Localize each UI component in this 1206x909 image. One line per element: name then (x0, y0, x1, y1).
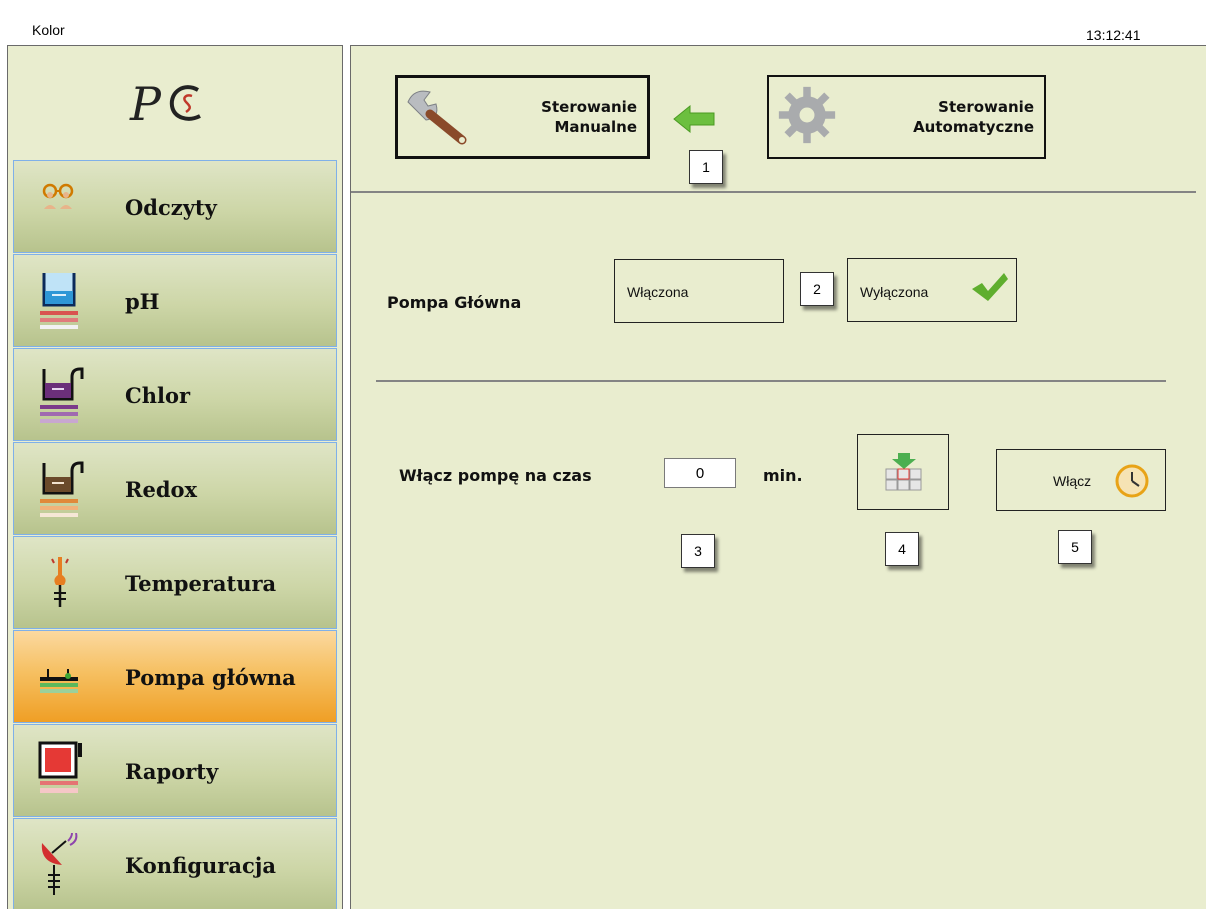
glasses-icon (42, 183, 74, 209)
sidebar-item-chlor[interactable]: Chlor (13, 348, 337, 441)
ph-beaker-icon (40, 273, 78, 329)
checkmark-icon (972, 273, 1008, 301)
app-title: Kolor (32, 22, 65, 38)
sidebar-item-label: Pompa główna (125, 665, 296, 690)
pump-on-button[interactable]: Włączona (614, 259, 784, 323)
thermometer-icon (51, 557, 69, 607)
start-timer-label: Włącz (1053, 473, 1092, 489)
wrench-icon (407, 90, 467, 145)
main-panel: Sterowanie Manualne Sterowanie Automatyc… (350, 45, 1206, 909)
sidebar-item-label: Temperatura (125, 571, 277, 596)
clock: 13:12:41 (1086, 27, 1141, 43)
sidebar-item-label: Odczyty (125, 195, 217, 220)
satellite-dish-icon (41, 833, 78, 895)
callout-badge-2: 2 (800, 272, 834, 306)
svg-text:P: P (129, 77, 162, 131)
pump-off-label: Wyłączona (860, 284, 929, 300)
sidebar: P Odczyty pH Chlor Redox Temperatura Pom… (7, 45, 343, 909)
title-bar: Kolor 13:12:41 (0, 0, 1206, 44)
pump-on-label: Włączona (627, 284, 689, 300)
auto-mode-label-2: Automatyczne (913, 118, 1034, 136)
unit-label: min. (763, 466, 803, 485)
pump-off-button[interactable]: Wyłączona (847, 258, 1017, 322)
sidebar-item-label: pH (125, 289, 160, 314)
sidebar-item-konfiguracja[interactable]: Konfiguracja (13, 818, 337, 909)
clock-icon (1115, 464, 1149, 498)
manual-mode-label-2: Manualne (554, 118, 637, 136)
manual-mode-button[interactable]: Sterowanie Manualne (395, 75, 650, 159)
sidebar-item-temperatura[interactable]: Temperatura (13, 536, 337, 629)
report-icon (38, 741, 82, 793)
keyboard-button[interactable] (857, 434, 949, 510)
manual-mode-label-1: Sterowanie (541, 98, 637, 116)
main-menu: Odczyty pH Chlor Redox Temperatura Pompa… (13, 160, 337, 909)
pcs-logo: P (129, 77, 201, 131)
keyboard-icon (885, 453, 922, 491)
sidebar-item-pompa-glowna[interactable]: Pompa główna (13, 630, 337, 723)
gear-icon (778, 86, 836, 144)
timer-label: Włącz pompę na czas (399, 466, 592, 485)
callout-badge-3: 3 (681, 534, 715, 568)
arrow-left-icon (673, 104, 715, 134)
sidebar-item-redox[interactable]: Redox (13, 442, 337, 535)
duration-input[interactable] (664, 458, 736, 488)
sidebar-item-ph[interactable]: pH (13, 254, 337, 347)
callout-badge-1: 1 (689, 150, 723, 184)
callout-badge-4: 4 (885, 532, 919, 566)
sidebar-item-label: Chlor (125, 383, 191, 408)
pump-label: Pompa Główna (387, 293, 522, 312)
sidebar-item-label: Redox (125, 477, 198, 502)
chlorine-beaker-icon (40, 367, 84, 423)
auto-mode-button[interactable]: Sterowanie Automatyczne (767, 75, 1046, 159)
pump-icon (40, 669, 78, 693)
divider (376, 380, 1166, 382)
divider (351, 191, 1196, 193)
start-timer-button[interactable]: Włącz (996, 449, 1166, 511)
sidebar-item-label: Konfiguracja (125, 853, 276, 878)
auto-mode-label-1: Sterowanie (938, 98, 1034, 116)
redox-beaker-icon (40, 461, 84, 517)
callout-badge-5: 5 (1058, 530, 1092, 564)
sidebar-item-raporty[interactable]: Raporty (13, 724, 337, 817)
sidebar-item-odczyty[interactable]: Odczyty (13, 160, 337, 253)
sidebar-item-label: Raporty (125, 759, 219, 784)
